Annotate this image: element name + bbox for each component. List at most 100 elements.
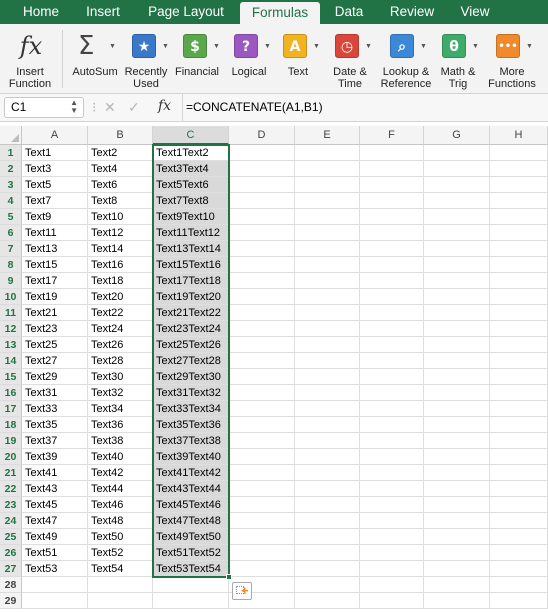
cell-h25[interactable] bbox=[490, 529, 548, 545]
cell-h14[interactable] bbox=[490, 353, 548, 369]
cell-e13[interactable] bbox=[295, 337, 360, 353]
tab-page-layout[interactable]: Page Layout bbox=[138, 0, 234, 24]
cell-e21[interactable] bbox=[295, 465, 360, 481]
cell-g27[interactable] bbox=[424, 561, 490, 577]
cell-h8[interactable] bbox=[490, 257, 548, 273]
cell-g10[interactable] bbox=[424, 289, 490, 305]
cell-e23[interactable] bbox=[295, 497, 360, 513]
cell-b28[interactable] bbox=[88, 577, 153, 593]
cell-a15[interactable]: Text29 bbox=[22, 369, 88, 385]
text-button[interactable]: A ▼ Text bbox=[276, 24, 320, 94]
cell-e14[interactable] bbox=[295, 353, 360, 369]
cell-c7[interactable]: Text13Text14 bbox=[153, 241, 229, 257]
cell-g22[interactable] bbox=[424, 481, 490, 497]
cell-b18[interactable]: Text36 bbox=[88, 417, 153, 433]
cell-c28[interactable] bbox=[153, 577, 229, 593]
cell-c6[interactable]: Text11Text12 bbox=[153, 225, 229, 241]
cell-d24[interactable] bbox=[229, 513, 295, 529]
cell-h10[interactable] bbox=[490, 289, 548, 305]
cell-c8[interactable]: Text15Text16 bbox=[153, 257, 229, 273]
cell-c17[interactable]: Text33Text34 bbox=[153, 401, 229, 417]
cell-h3[interactable] bbox=[490, 177, 548, 193]
row-header[interactable]: 25 bbox=[0, 529, 22, 545]
cell-c22[interactable]: Text43Text44 bbox=[153, 481, 229, 497]
row-header[interactable]: 1 bbox=[0, 145, 22, 161]
cell-b1[interactable]: Text2 bbox=[88, 145, 153, 161]
cell-d18[interactable] bbox=[229, 417, 295, 433]
cell-d5[interactable] bbox=[229, 209, 295, 225]
cell-d13[interactable] bbox=[229, 337, 295, 353]
cell-a5[interactable]: Text9 bbox=[22, 209, 88, 225]
row-header[interactable]: 24 bbox=[0, 513, 22, 529]
cell-e29[interactable] bbox=[295, 593, 360, 609]
cell-b21[interactable]: Text42 bbox=[88, 465, 153, 481]
cell-e24[interactable] bbox=[295, 513, 360, 529]
cell-h5[interactable] bbox=[490, 209, 548, 225]
cell-f21[interactable] bbox=[360, 465, 424, 481]
cell-f10[interactable] bbox=[360, 289, 424, 305]
cell-g12[interactable] bbox=[424, 321, 490, 337]
tab-home[interactable]: Home bbox=[10, 0, 72, 24]
cell-b5[interactable]: Text10 bbox=[88, 209, 153, 225]
cell-c16[interactable]: Text31Text32 bbox=[153, 385, 229, 401]
lookup-reference-button[interactable]: ⌕ ▼ Lookup & Reference bbox=[378, 24, 434, 94]
row-header[interactable]: 16 bbox=[0, 385, 22, 401]
cell-g28[interactable] bbox=[424, 577, 490, 593]
cell-a12[interactable]: Text23 bbox=[22, 321, 88, 337]
cell-f3[interactable] bbox=[360, 177, 424, 193]
cell-f26[interactable] bbox=[360, 545, 424, 561]
cell-b15[interactable]: Text30 bbox=[88, 369, 153, 385]
cell-a16[interactable]: Text31 bbox=[22, 385, 88, 401]
cell-g4[interactable] bbox=[424, 193, 490, 209]
cell-d16[interactable] bbox=[229, 385, 295, 401]
cell-g15[interactable] bbox=[424, 369, 490, 385]
cell-g18[interactable] bbox=[424, 417, 490, 433]
cell-e4[interactable] bbox=[295, 193, 360, 209]
cell-a2[interactable]: Text3 bbox=[22, 161, 88, 177]
cell-c20[interactable]: Text39Text40 bbox=[153, 449, 229, 465]
cell-e1[interactable] bbox=[295, 145, 360, 161]
tab-view[interactable]: View bbox=[450, 0, 500, 24]
cell-h29[interactable] bbox=[490, 593, 548, 609]
cell-b8[interactable]: Text16 bbox=[88, 257, 153, 273]
cell-f27[interactable] bbox=[360, 561, 424, 577]
cell-a9[interactable]: Text17 bbox=[22, 273, 88, 289]
cell-c24[interactable]: Text47Text48 bbox=[153, 513, 229, 529]
cell-b10[interactable]: Text20 bbox=[88, 289, 153, 305]
row-header[interactable]: 29 bbox=[0, 593, 22, 609]
math-trig-button[interactable]: θ ▼ Math & Trig bbox=[436, 24, 480, 94]
cell-a3[interactable]: Text5 bbox=[22, 177, 88, 193]
row-header[interactable]: 18 bbox=[0, 417, 22, 433]
row-header[interactable]: 27 bbox=[0, 561, 22, 577]
cell-b24[interactable]: Text48 bbox=[88, 513, 153, 529]
recently-used-button[interactable]: ★ ▼ Recently Used bbox=[122, 24, 170, 94]
cell-d27[interactable] bbox=[229, 561, 295, 577]
cell-e9[interactable] bbox=[295, 273, 360, 289]
cell-f12[interactable] bbox=[360, 321, 424, 337]
row-header[interactable]: 21 bbox=[0, 465, 22, 481]
cell-g23[interactable] bbox=[424, 497, 490, 513]
cell-e25[interactable] bbox=[295, 529, 360, 545]
cell-d22[interactable] bbox=[229, 481, 295, 497]
cell-g24[interactable] bbox=[424, 513, 490, 529]
cell-c15[interactable]: Text29Text30 bbox=[153, 369, 229, 385]
cell-c2[interactable]: Text3Text4 bbox=[153, 161, 229, 177]
cell-b4[interactable]: Text8 bbox=[88, 193, 153, 209]
cell-g2[interactable] bbox=[424, 161, 490, 177]
cell-c25[interactable]: Text49Text50 bbox=[153, 529, 229, 545]
row-header[interactable]: 17 bbox=[0, 401, 22, 417]
cell-f17[interactable] bbox=[360, 401, 424, 417]
cell-d14[interactable] bbox=[229, 353, 295, 369]
cell-h20[interactable] bbox=[490, 449, 548, 465]
cell-a26[interactable]: Text51 bbox=[22, 545, 88, 561]
cell-a6[interactable]: Text11 bbox=[22, 225, 88, 241]
cell-e18[interactable] bbox=[295, 417, 360, 433]
row-header[interactable]: 12 bbox=[0, 321, 22, 337]
cell-b7[interactable]: Text14 bbox=[88, 241, 153, 257]
cell-g16[interactable] bbox=[424, 385, 490, 401]
cell-h4[interactable] bbox=[490, 193, 548, 209]
cell-h24[interactable] bbox=[490, 513, 548, 529]
cell-g1[interactable] bbox=[424, 145, 490, 161]
cancel-icon[interactable]: ✕ bbox=[104, 99, 116, 116]
cell-d21[interactable] bbox=[229, 465, 295, 481]
